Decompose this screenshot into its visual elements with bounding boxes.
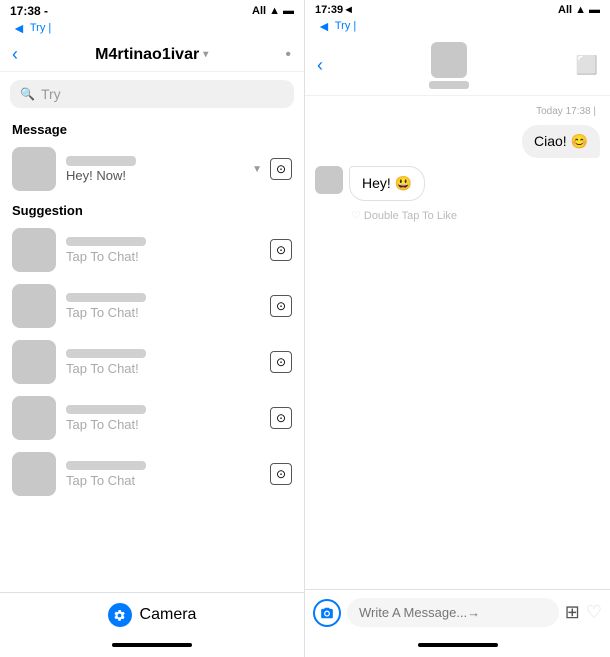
left-header: ‹ M4rtinao1ivar ▾ •	[0, 38, 304, 72]
incoming-bubble: Hey! 😃	[315, 166, 600, 201]
suggestion-content: Tap To Chat!	[66, 237, 260, 264]
heart-icon: ♡	[351, 209, 361, 222]
suggestion-content: Tap To Chat	[66, 461, 260, 488]
suggestion-text: Tap To Chat!	[66, 361, 260, 376]
outgoing-bubble: Ciao! 😊	[315, 125, 600, 158]
camera-button[interactable]	[108, 603, 132, 627]
avatar	[12, 452, 56, 496]
suggestion-name-bar	[66, 461, 146, 470]
camera-label: Camera	[140, 606, 197, 624]
left-nav-label: Try |	[30, 22, 51, 34]
right-panel: 17:39◄ All ▲ ▬ ◄ Try | ‹ ⬜ Today 17:38 |…	[305, 0, 610, 657]
suggestion-text: Tap To Chat!	[66, 417, 260, 432]
chat-input-bar: ⊞ ♡	[305, 589, 610, 643]
video-icon[interactable]: ⬜	[576, 55, 598, 76]
left-back-arrow: ◄	[12, 20, 26, 36]
home-indicator-right	[418, 643, 498, 647]
suggestion-content: Tap To Chat!	[66, 405, 260, 432]
suggestion-item-0[interactable]: Tap To Chat! ⊙	[0, 222, 304, 278]
camera-icon[interactable]: ⊙	[270, 463, 292, 485]
right-nav-label: Try |	[335, 20, 356, 32]
message-text: Hey! Now!	[66, 168, 242, 183]
bubble-content: Ciao! 😊	[522, 125, 600, 158]
left-header-title: M4rtinao1ivar	[95, 46, 199, 64]
image-icon[interactable]: ⊞	[565, 602, 580, 623]
suggestion-name-bar	[66, 349, 146, 358]
heart-button[interactable]: ♡	[586, 602, 602, 623]
suggestion-section-label: Suggestion	[0, 197, 304, 222]
suggestion-name-bar	[66, 293, 146, 302]
chat-area: Today 17:38 | Ciao! 😊 Hey! 😃 ♡ Double Ta…	[305, 96, 610, 589]
avatar	[12, 147, 56, 191]
left-back-icon[interactable]: ‹	[12, 44, 18, 65]
double-tap-label[interactable]: ♡ Double Tap To Like	[315, 209, 600, 222]
right-back-arrow: ◄	[317, 18, 331, 34]
right-wifi-icon: ▲	[575, 4, 586, 16]
message-input[interactable]	[347, 598, 559, 627]
message-actions: ▼ ⊙	[252, 158, 292, 180]
camera-icon[interactable]: ⊙	[270, 158, 292, 180]
more-options-icon[interactable]: •	[285, 46, 292, 64]
right-carrier: All	[558, 4, 572, 16]
suggestion-text: Tap To Chat!	[66, 249, 260, 264]
suggestion-text: Tap To Chat	[66, 473, 260, 488]
suggestion-item-3[interactable]: Tap To Chat! ⊙	[0, 390, 304, 446]
suggestion-content: Tap To Chat!	[66, 349, 260, 376]
wifi-icon: ▲	[269, 5, 280, 17]
left-status-bar: 17:38 - All ▲ ▬	[0, 0, 304, 20]
suggestion-item-4[interactable]: Tap To Chat ⊙	[0, 446, 304, 502]
left-time: 17:38 -	[10, 4, 48, 18]
search-icon: 🔍	[20, 87, 35, 101]
search-bar[interactable]: 🔍 Try	[10, 80, 294, 108]
message-section-label: Message	[0, 116, 304, 141]
suggestion-item-2[interactable]: Tap To Chat! ⊙	[0, 334, 304, 390]
avatar	[12, 228, 56, 272]
camera-icon[interactable]: ⊙	[270, 351, 292, 373]
camera-icon[interactable]: ⊙	[270, 407, 292, 429]
double-tap-text: Double Tap To Like	[364, 210, 457, 222]
suggestion-content: Tap To Chat!	[66, 293, 260, 320]
suggestion-name-bar	[66, 405, 146, 414]
home-indicator-left	[112, 643, 192, 647]
camera-icon[interactable]: ⊙	[270, 239, 292, 261]
sender-avatar	[315, 166, 343, 194]
bubble-text: Hey! 😃	[362, 175, 412, 191]
chevron-down-icon: ▾	[203, 49, 208, 60]
right-header: ‹ ⬜	[305, 36, 610, 96]
search-input[interactable]: Try	[41, 86, 61, 102]
battery-icon: ▬	[283, 5, 294, 17]
bubble-text: Ciao! 😊	[534, 133, 588, 150]
carrier-text: All	[252, 5, 266, 17]
suggestion-text: Tap To Chat!	[66, 305, 260, 320]
left-panel: 17:38 - All ▲ ▬ ◄ Try | ‹ M4rtinao1ivar …	[0, 0, 305, 657]
right-status-bar: 17:39◄ All ▲ ▬	[305, 0, 610, 18]
right-nav-back[interactable]: ◄ Try |	[305, 18, 610, 36]
message-content: Hey! Now!	[66, 156, 242, 183]
right-status-icons: All ▲ ▬	[558, 4, 600, 16]
bottom-bar: Camera	[0, 592, 304, 643]
dropdown-arrow-icon: ▼	[252, 164, 262, 175]
avatar	[12, 396, 56, 440]
right-battery-icon: ▬	[589, 4, 600, 16]
suggestion-name-bar	[66, 237, 146, 246]
contact-avatar	[431, 42, 467, 78]
right-time: 17:39◄	[315, 4, 354, 16]
message-item[interactable]: Hey! Now! ▼ ⊙	[0, 141, 304, 197]
contact-name-bar	[429, 81, 469, 89]
left-status-icons: All ▲ ▬	[252, 5, 294, 17]
avatar	[12, 340, 56, 384]
avatar	[12, 284, 56, 328]
sender-name-bar	[66, 156, 136, 166]
camera-icon[interactable]: ⊙	[270, 295, 292, 317]
bubble-content: Hey! 😃	[349, 166, 425, 201]
chat-timestamp: Today 17:38 |	[315, 106, 600, 117]
right-header-center	[323, 42, 576, 89]
suggestion-item-1[interactable]: Tap To Chat! ⊙	[0, 278, 304, 334]
left-nav-back[interactable]: ◄ Try |	[0, 20, 304, 38]
chat-camera-button[interactable]	[313, 599, 341, 627]
left-header-title-group: M4rtinao1ivar ▾	[95, 46, 208, 64]
